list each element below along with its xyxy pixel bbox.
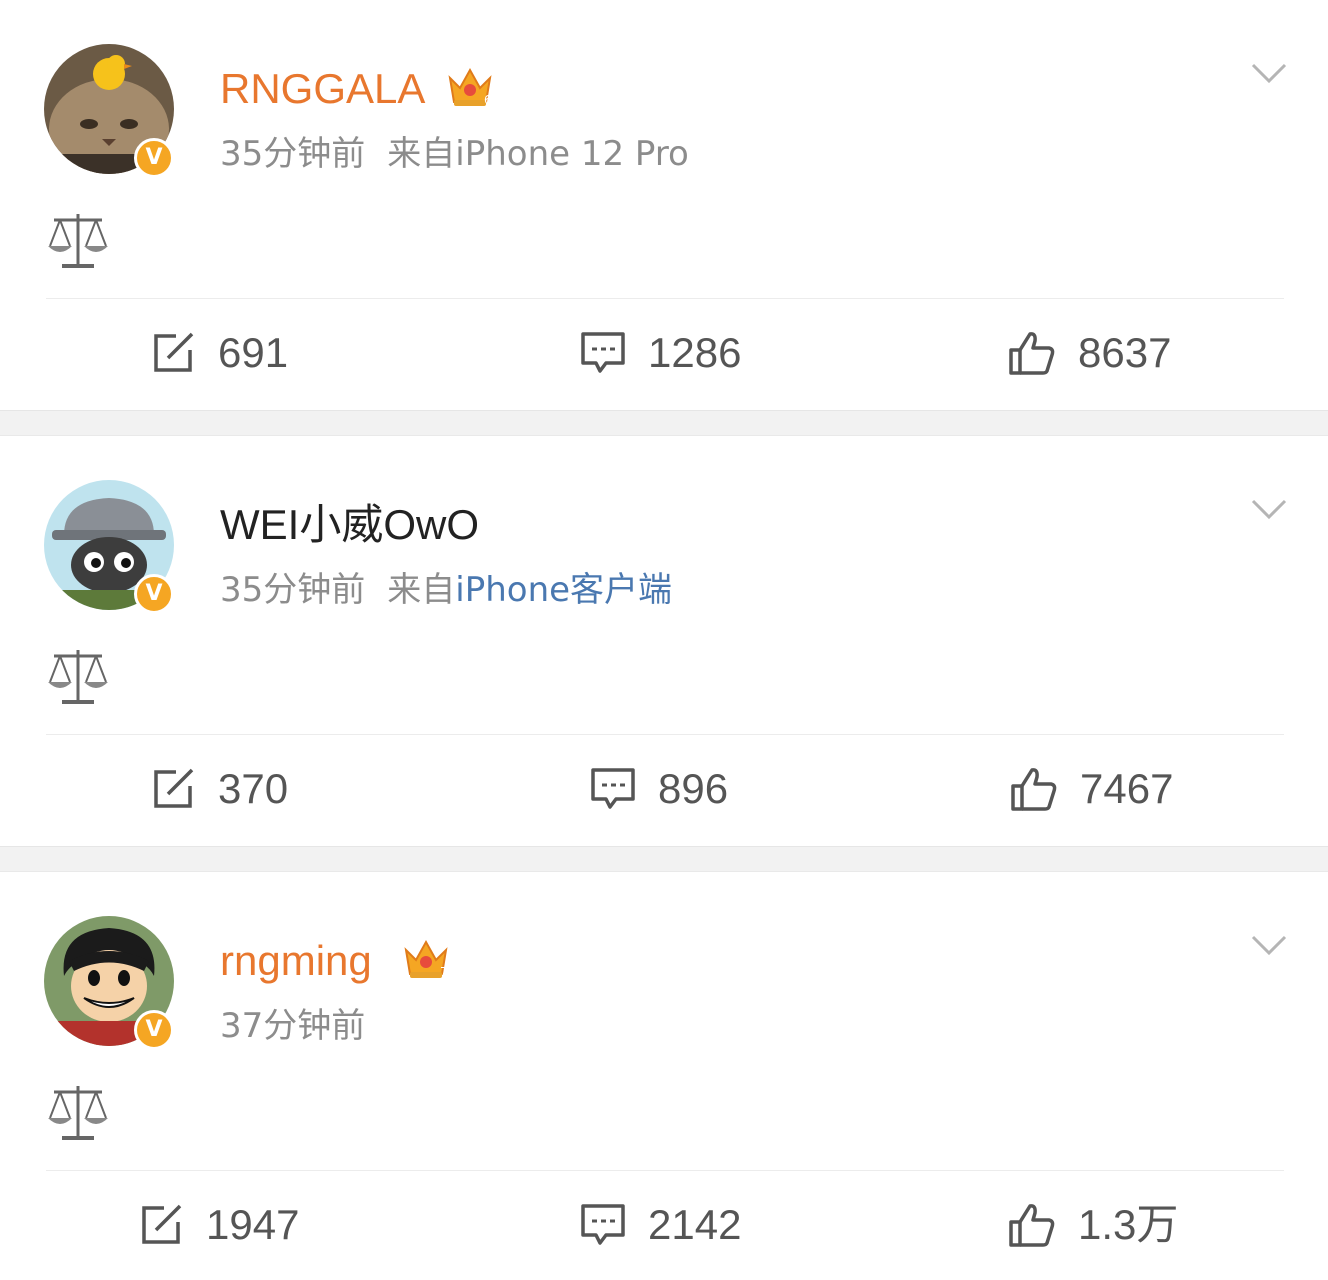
thumbs-up-icon [1009, 1204, 1055, 1247]
like-button[interactable]: 8637 [1008, 328, 1171, 378]
comment-icon [591, 768, 635, 809]
post-time: 35分钟前 [220, 570, 366, 610]
post-separator [0, 410, 1328, 436]
vip-level: 6 [484, 93, 492, 107]
comment-count: 2142 [648, 1201, 742, 1248]
like-button[interactable]: 7467 [1010, 764, 1173, 814]
comment-count: 896 [658, 765, 729, 812]
like-count: 7467 [1080, 765, 1174, 812]
repost-count: 691 [218, 329, 289, 376]
balance-scale-icon [48, 650, 108, 704]
comment-button[interactable]: 896 [590, 764, 728, 814]
comment-icon [581, 332, 625, 373]
repost-count: 370 [218, 765, 289, 812]
balance-scale-icon [48, 214, 108, 268]
like-count: 8637 [1078, 329, 1172, 376]
verified-badge-icon: V [134, 138, 174, 178]
comment-icon [581, 1204, 625, 1245]
post-meta: 35分钟前 来自iPhone 12 Pro [220, 134, 689, 174]
weibo-post: V rngming 7 37分钟前 1947 2142 1.3万 [0, 872, 1328, 1280]
post-source-prefix: 来自 [387, 134, 456, 174]
post-time: 37分钟前 [220, 1006, 366, 1046]
repost-icon [154, 332, 194, 372]
repost-button[interactable]: 1947 [140, 1200, 299, 1250]
chevron-down-icon[interactable] [1250, 496, 1288, 522]
repost-icon [154, 768, 194, 808]
username[interactable]: rngming [220, 936, 372, 986]
balance-scale-icon [48, 1086, 108, 1140]
post-source-link[interactable]: iPhone客户端 [455, 570, 672, 610]
repost-icon [142, 1204, 182, 1244]
verified-badge-icon: V [134, 1010, 174, 1050]
post-separator [0, 846, 1328, 872]
post-meta: 37分钟前 [220, 1006, 365, 1046]
divider [46, 298, 1284, 299]
comment-count: 1286 [648, 329, 742, 376]
divider [46, 734, 1284, 735]
like-button[interactable]: 1.3万 [1008, 1200, 1178, 1250]
weibo-post: V WEI小威OwO 35分钟前 来自iPhone客户端 370 896 746… [0, 436, 1328, 846]
comment-button[interactable]: 1286 [580, 328, 741, 378]
post-source: iPhone 12 Pro [455, 134, 689, 174]
username[interactable]: WEI小威OwO [220, 500, 479, 550]
repost-count: 1947 [206, 1201, 300, 1248]
weibo-post: V RNGGALA 6 35分钟前 来自iPhone 12 Pro 691 12… [0, 0, 1328, 410]
post-time: 35分钟前 [220, 134, 366, 174]
verified-badge-icon: V [134, 574, 174, 614]
chevron-down-icon[interactable] [1250, 60, 1288, 86]
post-source-prefix: 来自 [387, 570, 456, 610]
repost-button[interactable]: 370 [152, 764, 288, 814]
post-meta: 35分钟前 来自iPhone客户端 [220, 570, 672, 610]
comment-button[interactable]: 2142 [580, 1200, 741, 1250]
chevron-down-icon[interactable] [1250, 932, 1288, 958]
like-count: 1.3万 [1078, 1201, 1179, 1248]
thumbs-up-icon [1009, 332, 1055, 375]
vip-crown-icon: 7 [404, 939, 448, 979]
thumbs-up-icon [1011, 768, 1057, 811]
repost-button[interactable]: 691 [152, 328, 288, 378]
username[interactable]: RNGGALA [220, 64, 425, 114]
vip-crown-icon: 6 [448, 67, 492, 107]
vip-level: 7 [440, 965, 448, 979]
divider [46, 1170, 1284, 1171]
